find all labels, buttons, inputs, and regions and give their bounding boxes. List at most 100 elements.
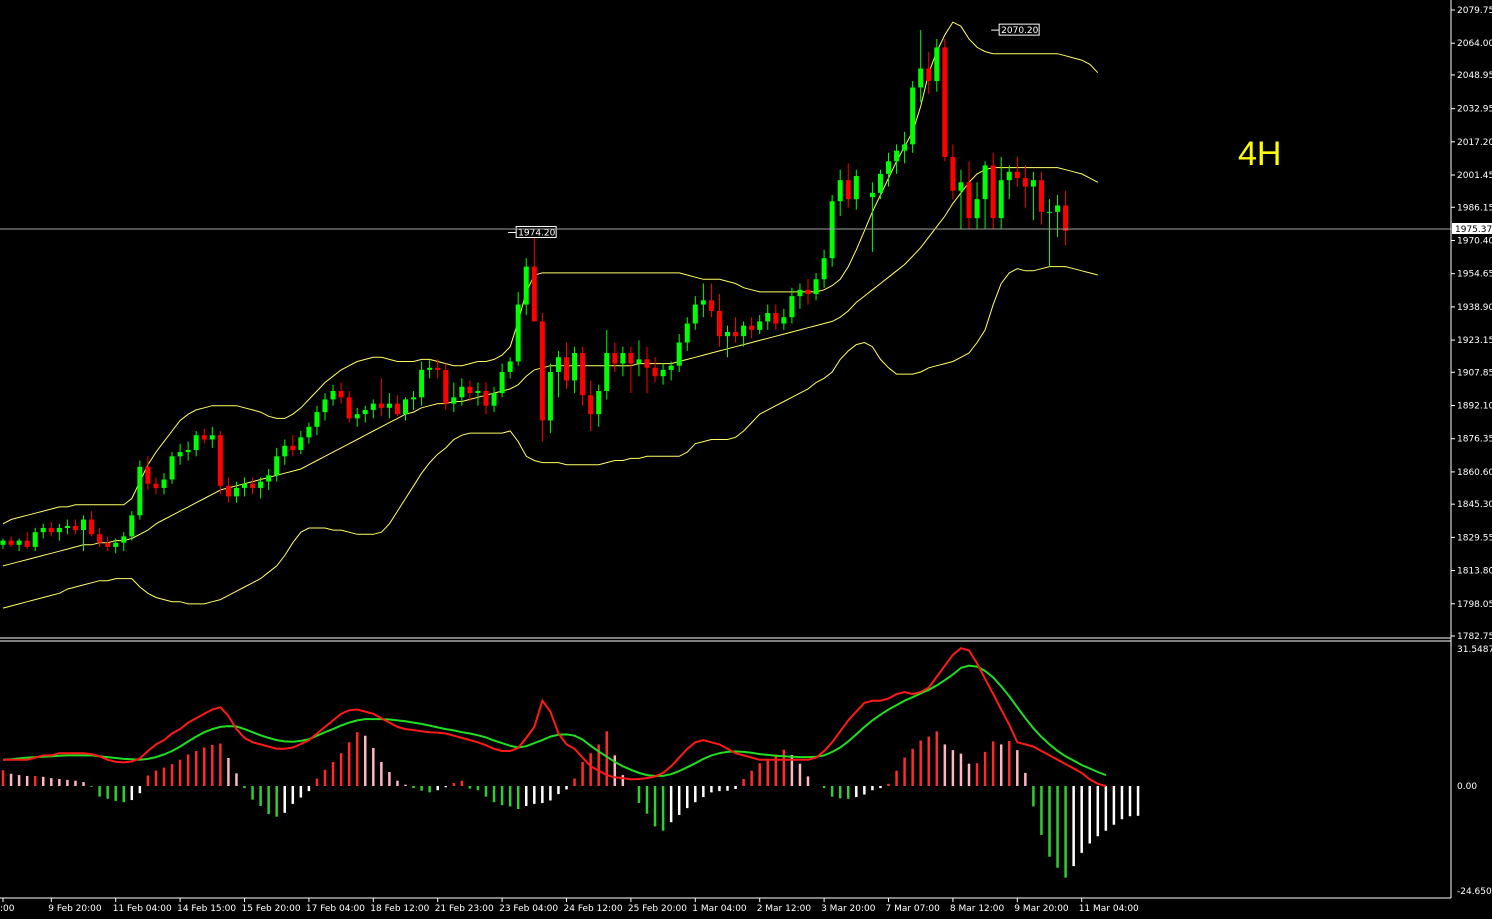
candle-body <box>137 466 143 516</box>
time-tick-label: 1 Mar 04:00 <box>692 904 747 914</box>
candle-body <box>1047 211 1052 213</box>
price-tick-label: 2032.95 <box>1457 105 1492 115</box>
candle-body <box>716 310 722 337</box>
candle-body <box>346 397 352 419</box>
price-chart[interactable]: 1974.20 2070.20 4H 2079.75 2064.00 2048.95 2… <box>0 0 1492 919</box>
price-tick-label: 1798.05 <box>1457 600 1492 610</box>
candle-body <box>797 289 803 297</box>
price-tick-label: 2001.45 <box>1457 171 1492 181</box>
candle-body <box>958 182 964 191</box>
candle-body <box>1014 171 1020 179</box>
macd-axis-zero-label: 0.00 <box>1457 782 1477 792</box>
candle-body <box>40 527 46 533</box>
candle-body <box>258 481 264 488</box>
candle-body <box>193 435 199 450</box>
time-tick-label: 14 Feb 15:00 <box>177 904 236 914</box>
price-tick-label: 1829.55 <box>1457 533 1492 543</box>
candle-body <box>539 321 545 421</box>
price-tick-label: 2064.00 <box>1457 39 1492 49</box>
price-tick-label: 1938.90 <box>1457 303 1492 313</box>
candle <box>129 511 135 541</box>
candle-body <box>660 369 666 377</box>
candle-body <box>121 536 127 543</box>
candle <box>942 38 948 162</box>
candle-body <box>1006 171 1012 181</box>
candle-body <box>24 540 30 547</box>
time-tick-label: 21 Feb 23:00 <box>435 904 494 914</box>
candle-body <box>250 483 256 488</box>
time-tick-label: 24 Feb 12:00 <box>564 904 623 914</box>
candle-body <box>499 372 505 394</box>
candle-body <box>1063 205 1069 231</box>
candle-body <box>628 353 634 364</box>
candle-body <box>177 452 183 457</box>
candle-body <box>966 182 972 219</box>
candle <box>137 460 143 520</box>
candle <box>169 452 175 484</box>
time-tick-label: 15 Feb 20:00 <box>242 904 301 914</box>
candle-body <box>97 534 103 543</box>
time-tick-label: 18 Feb 12:00 <box>370 904 429 914</box>
candle-body <box>403 399 408 415</box>
time-tick-label: 8 Mar 12:00 <box>950 904 1005 914</box>
price-tick-label: 1782.75 <box>1457 632 1492 642</box>
candle-body <box>708 300 714 311</box>
candle-body <box>741 325 747 337</box>
candle-body <box>692 304 698 324</box>
candle-body <box>0 540 6 545</box>
candle-body <box>934 47 940 82</box>
time-tick-label: 11 Mar 04:00 <box>1079 904 1139 914</box>
candle-body <box>443 369 449 404</box>
candle-body <box>411 397 417 400</box>
candle-body <box>942 47 948 158</box>
candle-body <box>338 390 344 398</box>
candle-body <box>32 532 38 547</box>
candle-body <box>918 68 924 88</box>
current-price-tag: 1975.37 <box>1452 223 1492 235</box>
candle-body <box>217 435 223 486</box>
candle-body <box>362 409 368 415</box>
candle-body <box>314 412 320 427</box>
candle-body <box>644 359 650 368</box>
candle-body <box>950 157 956 191</box>
macd-axis-bottom-label: -24.6502 <box>1457 887 1492 897</box>
candle-body <box>427 367 433 370</box>
current-price-value: 1975.37 <box>1455 225 1492 235</box>
annotation-label: 1974.20 <box>518 228 555 238</box>
price-tick-label: 1986.15 <box>1457 203 1492 213</box>
candle-body <box>765 312 771 322</box>
candle-body <box>467 386 473 394</box>
macd-axis-top-label: 31.5487 <box>1457 645 1492 655</box>
candle-body <box>459 386 465 398</box>
candle-body <box>821 258 827 280</box>
candle-body <box>805 289 811 295</box>
candle-body <box>330 390 336 400</box>
candle-body <box>547 372 553 421</box>
candle-body <box>81 519 86 531</box>
candle-body <box>282 445 288 457</box>
candle-body <box>684 323 690 343</box>
candle-body <box>523 266 529 305</box>
candle-body <box>620 353 626 364</box>
candle-body <box>298 437 304 450</box>
candle-body <box>153 483 159 488</box>
price-tick-label: 2017.20 <box>1457 138 1492 148</box>
time-tick-label: 2 Mar 12:00 <box>757 904 812 914</box>
candle-body <box>580 353 586 396</box>
price-tick-label: 1954.65 <box>1457 270 1492 280</box>
time-tick-label: 17 Feb 04:00 <box>306 904 365 914</box>
candle-body <box>16 540 22 545</box>
candle-body <box>773 312 779 324</box>
candle <box>829 194 835 267</box>
candle-body <box>451 397 457 404</box>
candle-body <box>853 175 859 200</box>
candle-body <box>386 403 392 408</box>
price-tick-label: 1892.10 <box>1457 402 1492 412</box>
candle-body <box>1055 205 1061 212</box>
candle-body <box>877 173 883 193</box>
candle-body <box>676 342 682 366</box>
candle-body <box>225 485 231 497</box>
candle-body <box>572 353 578 381</box>
candle-body <box>588 395 594 415</box>
candle-body <box>145 466 151 484</box>
